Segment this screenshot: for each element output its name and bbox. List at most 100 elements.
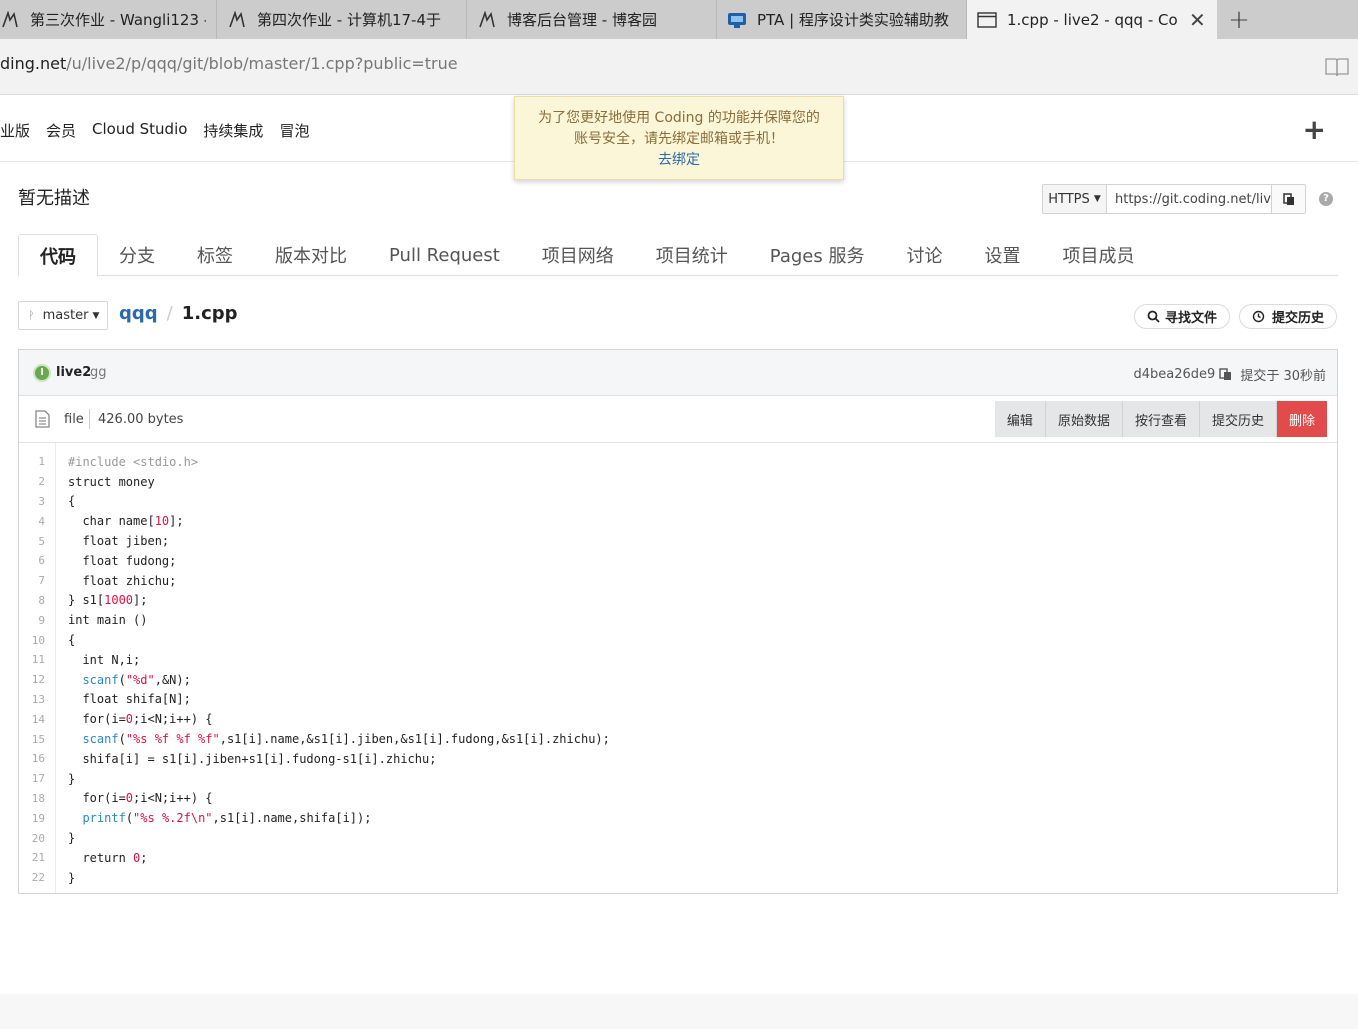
avatar[interactable]: l xyxy=(33,364,51,382)
code-line: 22} xyxy=(19,868,1337,888)
code-line: 20} xyxy=(19,828,1337,848)
toast-line-2: 账号安全，请先绑定邮箱或手机！ xyxy=(574,131,784,147)
line-number[interactable]: 21 xyxy=(19,851,45,864)
line-number[interactable]: 9 xyxy=(19,614,45,627)
raw-button[interactable]: 原始数据 xyxy=(1045,401,1123,437)
commit-hash[interactable]: d4bea26de9 xyxy=(1134,367,1216,382)
file-viewer: l live2 gg d4bea26de9 提交于 30秒前 file 426.… xyxy=(18,349,1338,894)
branch-select[interactable]: ᚹ master ▼ xyxy=(18,301,108,330)
tab-code[interactable]: 代码 xyxy=(18,234,98,277)
file-bar: file 426.00 bytes 编辑 原始数据 按行查看 提交历史 删除 xyxy=(19,396,1337,443)
line-number[interactable]: 18 xyxy=(19,792,45,805)
browser-tab-1[interactable]: 第三次作业 - Wangli123 - 博 xyxy=(0,0,217,39)
clock-icon xyxy=(1252,310,1265,323)
delete-button[interactable]: 删除 xyxy=(1276,401,1327,437)
repo-description: 暂无描述 xyxy=(18,188,90,209)
blame-button[interactable]: 按行查看 xyxy=(1122,401,1200,437)
copy-clone-url-button[interactable] xyxy=(1271,185,1305,213)
tab-tags[interactable]: 标签 xyxy=(176,234,254,276)
code-text: } xyxy=(68,771,76,786)
code-line: 7 float zhichu; xyxy=(19,571,1337,591)
search-icon xyxy=(1147,310,1160,323)
toast-bind-link[interactable]: 去绑定 xyxy=(515,150,843,171)
tab-stats[interactable]: 项目统计 xyxy=(635,234,749,276)
tab-pages[interactable]: Pages 服务 xyxy=(749,234,886,276)
find-file-label: 寻找文件 xyxy=(1165,311,1218,326)
find-file-button[interactable]: 寻找文件 xyxy=(1134,304,1231,329)
tab-compare[interactable]: 版本对比 xyxy=(254,234,368,276)
browser-tab-4[interactable]: PTA | 程序设计类实验辅助教 xyxy=(717,0,967,39)
tab-network[interactable]: 项目网络 xyxy=(521,234,635,276)
line-number[interactable]: 10 xyxy=(19,634,45,647)
line-number[interactable]: 14 xyxy=(19,713,45,726)
line-number[interactable]: 5 xyxy=(19,535,45,548)
browser-tab-5-active[interactable]: 1.cpp - live2 - qqq - Coc ✕ xyxy=(967,0,1217,39)
nav-item-bubble[interactable]: 冒泡 xyxy=(279,120,309,141)
line-number[interactable]: 17 xyxy=(19,772,45,785)
new-tab-button[interactable]: + xyxy=(1217,0,1261,39)
commit-bar: l live2 gg d4bea26de9 提交于 30秒前 xyxy=(19,350,1337,396)
code-line: 12 scanf("%d",&N); xyxy=(19,670,1337,690)
line-number[interactable]: 6 xyxy=(19,554,45,567)
line-number[interactable]: 11 xyxy=(19,653,45,666)
tab-settings[interactable]: 设置 xyxy=(963,234,1041,276)
commit-history-button[interactable]: 提交历史 xyxy=(1239,304,1338,329)
url-path: /u/live2/p/qqq/git/blob/master/1.cpp?pub… xyxy=(66,54,458,73)
code-view: 1 #include <stdio.h> 2 struct money 3{4 char… xyxy=(19,443,1337,893)
code-text: for(i=0;i<N;i++) { xyxy=(68,791,213,806)
line-number[interactable]: 15 xyxy=(19,733,45,746)
line-number[interactable]: 12 xyxy=(19,673,45,686)
code-text: shifa[i] = s1[i].jiben+s1[i].fudong-s1[i… xyxy=(68,751,437,766)
address-bar: ding.net/u/live2/p/qqq/git/blob/master/1… xyxy=(0,39,1358,95)
code-line: 19 printf("%s %.2f\n",s1[i].name,shifa[i… xyxy=(19,808,1337,828)
breadcrumb-repo-link[interactable]: qqq xyxy=(119,303,158,324)
clipboard-icon xyxy=(1282,192,1294,205)
url-field[interactable]: ding.net/u/live2/p/qqq/git/blob/master/1… xyxy=(0,54,458,73)
nav-item-enterprise[interactable]: 业版 xyxy=(0,120,30,141)
edit-button[interactable]: 编辑 xyxy=(994,401,1046,437)
line-number[interactable]: 7 xyxy=(19,574,45,587)
line-number[interactable]: 3 xyxy=(19,495,45,508)
commit-author[interactable]: live2 xyxy=(56,365,91,380)
line-number[interactable]: 8 xyxy=(19,594,45,607)
code-text: for(i=0;i<N;i++) { xyxy=(68,712,213,727)
browser-tab-title: PTA | 程序设计类实验辅助教 xyxy=(757,11,949,29)
nav-item-ci[interactable]: 持续集成 xyxy=(203,120,263,141)
code-line: 8} s1[1000]; xyxy=(19,591,1337,611)
commit-time: 提交于 30秒前 xyxy=(1240,369,1326,384)
close-tab-icon[interactable]: ✕ xyxy=(1189,8,1206,32)
help-icon[interactable]: ? xyxy=(1319,192,1333,206)
line-number[interactable]: 1 xyxy=(19,455,45,468)
create-plus-icon[interactable]: + xyxy=(1303,113,1326,146)
clone-url-field[interactable]: https://git.coding.net/live2/qqq.git xyxy=(1107,185,1271,213)
copy-hash-icon[interactable] xyxy=(1219,368,1232,381)
branch-icon: ᚹ xyxy=(28,309,35,322)
code-text: { xyxy=(68,494,76,509)
caret-down-icon: ▼ xyxy=(92,310,100,321)
tab-pull-request[interactable]: Pull Request xyxy=(368,234,521,276)
nav-item-member[interactable]: 会员 xyxy=(46,120,76,141)
line-number[interactable]: 16 xyxy=(19,752,45,765)
tab-members[interactable]: 项目成员 xyxy=(1041,234,1155,276)
browser-tab-2[interactable]: 第四次作业 - 计算机17-4于 xyxy=(217,0,467,39)
line-number[interactable]: 4 xyxy=(19,515,45,528)
tab-discussion[interactable]: 讨论 xyxy=(885,234,963,276)
line-number[interactable]: 20 xyxy=(19,832,45,845)
line-number[interactable]: 13 xyxy=(19,693,45,706)
file-history-button[interactable]: 提交历史 xyxy=(1199,401,1277,437)
file-size: 426.00 bytes xyxy=(98,412,184,427)
nav-item-cloud-studio[interactable]: Cloud Studio xyxy=(92,120,187,141)
code-text: char name[10]; xyxy=(68,514,184,529)
code-text: float fudong; xyxy=(68,553,177,568)
clone-protocol-select[interactable]: HTTPS ▼ xyxy=(1043,185,1107,213)
line-number[interactable]: 2 xyxy=(19,475,45,488)
tab-branches[interactable]: 分支 xyxy=(98,234,176,276)
line-number[interactable]: 22 xyxy=(19,871,45,884)
reading-view-icon[interactable] xyxy=(1324,55,1350,79)
code-text: scanf("%d",&N); xyxy=(82,672,191,687)
code-line: 10 { xyxy=(19,630,1337,650)
line-number[interactable]: 19 xyxy=(19,812,45,825)
browser-tab-3[interactable]: 博客后台管理 - 博客园 xyxy=(467,0,717,39)
code-line: 4 char name[10]; xyxy=(19,511,1337,531)
file-icon xyxy=(35,410,50,428)
